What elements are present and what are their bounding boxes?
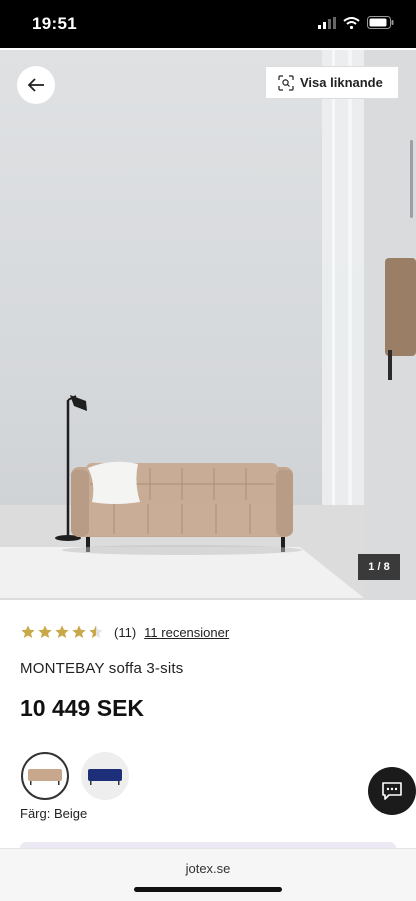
browser-address-bar[interactable]: jotex.se (0, 848, 416, 901)
blue-sofa-thumbnail (88, 769, 122, 785)
status-bar: 19:51 (0, 0, 416, 48)
half-star-icon (89, 625, 103, 638)
status-icons (318, 16, 394, 29)
chat-icon (382, 782, 402, 800)
product-name: MONTEBAY soffa 3-sits (20, 660, 184, 677)
reviews-link[interactable]: 11 recensioner (144, 625, 229, 640)
signal-icon (318, 16, 336, 29)
rating-stars (20, 624, 104, 640)
image-counter: 1 / 8 (358, 554, 400, 580)
url-text: jotex.se (185, 861, 231, 876)
product-price: 10 449 SEK (20, 695, 145, 721)
battery-icon (367, 16, 394, 29)
status-time: 19:51 (32, 14, 77, 33)
product-image (0, 50, 416, 600)
selected-color-label: Färg: Beige (20, 806, 88, 821)
product-image-gallery[interactable]: Visa liknande 1 / 8 (0, 50, 416, 600)
home-indicator[interactable] (134, 887, 282, 892)
wifi-icon (343, 16, 360, 29)
beige-sofa-thumbnail (28, 769, 62, 785)
rating-row: (11) 11 recensioner (20, 624, 229, 640)
back-arrow-icon (27, 78, 44, 92)
star-icon (21, 625, 35, 638)
star-icon (72, 625, 86, 638)
star-icon (38, 625, 52, 638)
color-swatch-blue[interactable] (81, 752, 129, 800)
chat-button[interactable] (368, 767, 416, 815)
back-button[interactable] (17, 66, 55, 104)
color-swatch-beige[interactable] (21, 752, 69, 800)
star-icon (55, 625, 69, 638)
visual-search-icon (278, 74, 294, 91)
show-similar-button[interactable]: Visa liknande (265, 66, 399, 99)
show-similar-label: Visa liknande (300, 75, 383, 90)
scrollbar-thumb[interactable] (410, 140, 413, 218)
rating-count: (11) (114, 624, 137, 640)
